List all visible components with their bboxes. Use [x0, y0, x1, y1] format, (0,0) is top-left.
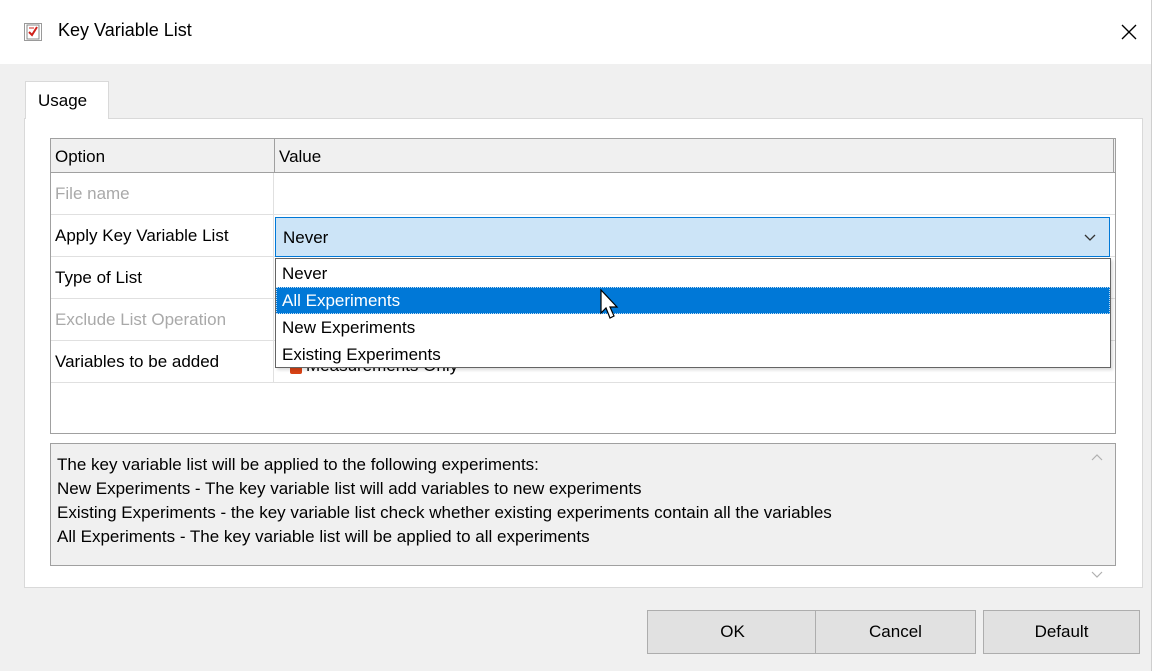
- checklist-icon: [24, 23, 42, 41]
- close-button[interactable]: [1106, 0, 1152, 64]
- title-bar: Key Variable List: [0, 0, 1152, 64]
- column-separator[interactable]: [1113, 139, 1114, 172]
- description-line: The key variable list will be applied to…: [57, 455, 539, 474]
- grid-row-file-name[interactable]: File name: [51, 173, 1115, 215]
- column-header-value[interactable]: Value: [275, 139, 1113, 172]
- description-box[interactable]: The key variable list will be applied to…: [50, 443, 1116, 566]
- mouse-pointer-icon: [600, 289, 619, 319]
- option-value[interactable]: [274, 173, 1115, 215]
- scroll-down-arrow-icon[interactable]: [1090, 568, 1104, 580]
- apply-key-variable-list-combo[interactable]: Never: [275, 217, 1110, 257]
- window-title: Key Variable List: [58, 20, 192, 40]
- combo-selected-value: Never: [283, 228, 329, 247]
- cancel-button[interactable]: Cancel: [815, 610, 976, 654]
- default-button[interactable]: Default: [983, 610, 1140, 654]
- tab-usage[interactable]: Usage: [25, 81, 109, 119]
- ok-button[interactable]: OK: [647, 610, 818, 654]
- combo-dropdown-list: Never All Experiments New Experiments Ex…: [275, 258, 1111, 368]
- description-line: New Experiments - The key variable list …: [57, 479, 642, 498]
- description-line: All Experiments - The key variable list …: [57, 527, 590, 546]
- tab-usage-label: Usage: [38, 91, 88, 110]
- chevron-down-icon[interactable]: [1083, 230, 1097, 244]
- grid-header: Option Value: [51, 139, 1115, 173]
- scroll-up-arrow-icon[interactable]: [1090, 452, 1104, 464]
- dropdown-option-all-experiments[interactable]: All Experiments: [276, 287, 1110, 314]
- option-label: Type of List: [51, 257, 274, 299]
- option-label: Exclude List Operation: [51, 299, 274, 341]
- option-label: Variables to be added: [51, 341, 274, 383]
- dropdown-option-never[interactable]: Never: [276, 260, 1110, 287]
- description-line: Existing Experiments - the key variable …: [57, 503, 832, 522]
- close-icon: [1121, 24, 1137, 40]
- dropdown-option-new-experiments[interactable]: New Experiments: [276, 314, 1110, 341]
- dropdown-option-existing-experiments[interactable]: Existing Experiments: [276, 341, 1110, 368]
- option-label: File name: [51, 173, 274, 215]
- option-label: Apply Key Variable List: [51, 215, 274, 257]
- column-header-option[interactable]: Option: [51, 139, 274, 172]
